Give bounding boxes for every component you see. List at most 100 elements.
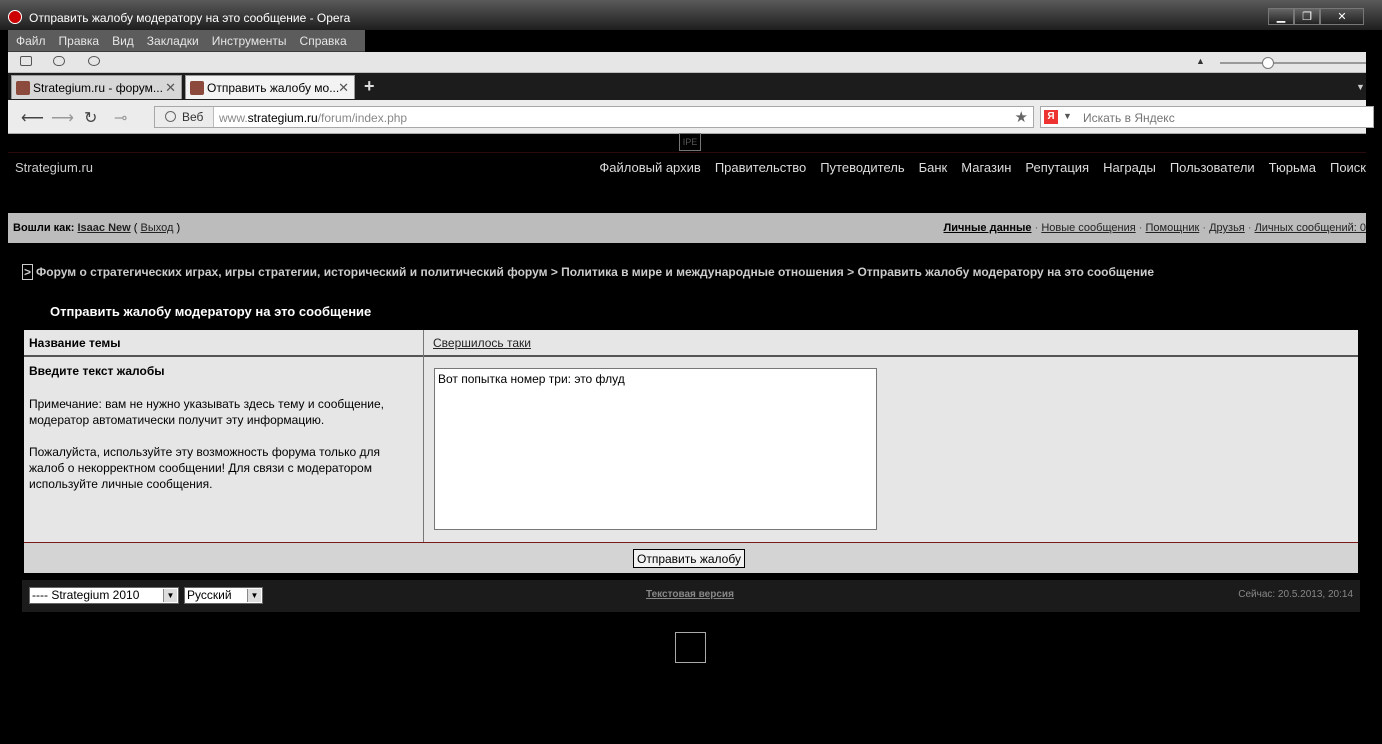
tab-label: Strategium.ru - форум... xyxy=(33,81,163,95)
complaint-textarea[interactable]: Вот попытка номер три: это флуд xyxy=(434,368,877,530)
menu-tools[interactable]: Инструменты xyxy=(204,30,292,48)
nav-reputation[interactable]: Репутация xyxy=(1025,160,1089,175)
messages-link[interactable]: Личных сообщений: 0 xyxy=(1255,222,1366,234)
topic-link[interactable]: Свершилось таки xyxy=(433,336,531,350)
menu-view[interactable]: Вид xyxy=(104,30,139,48)
menu-help[interactable]: Справка xyxy=(292,30,352,48)
nav-shop[interactable]: Магазин xyxy=(961,160,1011,175)
tab-strategium-forum[interactable]: Strategium.ru - форум... ✕ xyxy=(11,75,182,99)
yandex-icon[interactable]: Я xyxy=(1044,110,1058,124)
minimize-button[interactable]: ▁ xyxy=(1268,8,1294,25)
url-path: /forum/index.php xyxy=(317,111,408,125)
user-bar: Вошли как: Isaac New ( Выход ) Личные да… xyxy=(8,213,1366,243)
divider xyxy=(8,152,1366,153)
url-host: strategium.ru xyxy=(247,111,318,125)
search-engine-dropdown-icon[interactable]: ▼ xyxy=(1063,111,1072,121)
skin-select[interactable]: ---- Strategium 2010 ▼ xyxy=(29,587,179,604)
page-title: Отправить жалобу модератору на это сообщ… xyxy=(50,304,372,319)
panels-icon[interactable] xyxy=(20,56,32,66)
back-button[interactable]: ⟵ xyxy=(21,108,44,128)
username-link[interactable]: Isaac New xyxy=(78,222,131,234)
chevron-down-icon: ▼ xyxy=(163,589,177,602)
url-text[interactable]: www.strategium.ru/forum/index.php xyxy=(219,111,407,125)
tab-close-icon[interactable]: ✕ xyxy=(165,80,176,96)
my-controls-link[interactable]: Личные данные xyxy=(944,222,1032,234)
topic-label: Название темы xyxy=(29,336,121,350)
current-time: Сейчас: 20.5.2013, 20:14 xyxy=(1238,589,1353,600)
breadcrumb-text[interactable]: Форум о стратегических играх, игры страт… xyxy=(36,265,1154,279)
menu-bookmarks[interactable]: Закладки xyxy=(139,30,204,48)
search-input[interactable] xyxy=(1081,109,1365,127)
empty-box xyxy=(675,632,706,663)
separator: · xyxy=(1202,222,1207,234)
search-field[interactable]: Я ▼ xyxy=(1040,106,1374,128)
logged-as-label: Вошли как: xyxy=(13,222,75,234)
text-version-link[interactable]: Текстовая версия xyxy=(646,589,734,600)
logout-link[interactable]: Выход xyxy=(141,222,174,234)
nav-guide[interactable]: Путеводитель xyxy=(820,160,904,175)
unite-cloud-icon[interactable] xyxy=(53,56,65,66)
forward-button[interactable]: ⟶ xyxy=(51,108,74,128)
site-favicon-icon xyxy=(190,81,204,95)
new-tab-button[interactable]: + xyxy=(364,76,375,97)
nav-government[interactable]: Правительство xyxy=(715,160,806,175)
separator: · xyxy=(1247,222,1252,234)
zoom-slider-knob[interactable] xyxy=(1262,57,1274,69)
restore-button[interactable]: ❐ xyxy=(1294,8,1320,25)
panel-toolbar: ▲ xyxy=(8,52,1366,73)
new-posts-link[interactable]: Новые сообщения xyxy=(1041,222,1135,234)
submit-row: Отправить жалобу xyxy=(24,542,1358,573)
menu-file[interactable]: Файл xyxy=(8,30,51,48)
user-links: Личные данные · Новые сообщения · Помощн… xyxy=(944,222,1366,234)
footer: ---- Strategium 2010 ▼ Русский ▼ Текстов… xyxy=(22,580,1360,612)
tab-label: Отправить жалобу мо... xyxy=(207,81,340,95)
language-select[interactable]: Русский ▼ xyxy=(184,587,263,604)
nav-users[interactable]: Пользователи xyxy=(1170,160,1255,175)
globe-icon xyxy=(165,111,176,122)
breadcrumb: > Форум о стратегических играх, игры стра… xyxy=(22,264,1154,280)
nav-awards[interactable]: Награды xyxy=(1103,160,1156,175)
web-label: Веб xyxy=(182,110,204,124)
note-text: Примечание: вам не нужно указывать здесь… xyxy=(29,397,384,427)
complaint-label: Введите текст жалобы xyxy=(29,364,165,378)
collapse-up-icon[interactable]: ▲ xyxy=(1196,56,1205,66)
address-field[interactable]: Веб www.strategium.ru/forum/index.php ★ xyxy=(154,106,1034,128)
chevron-down-icon: ▼ xyxy=(247,589,261,602)
site-brand[interactable]: Strategium.ru xyxy=(15,160,93,175)
paren-open: ( xyxy=(133,222,138,234)
url-prefix: www. xyxy=(219,111,248,125)
web-badge[interactable]: Веб xyxy=(155,107,214,127)
turbo-icon[interactable] xyxy=(88,56,100,66)
nav-prison[interactable]: Тюрьма xyxy=(1269,160,1316,175)
close-button[interactable]: ✕ xyxy=(1320,8,1364,25)
top-navigation: Файловый архив Правительство Путеводитель Б… xyxy=(585,160,1366,175)
window-controls: ▁ ❐ ✕ xyxy=(1268,8,1364,26)
nav-search[interactable]: Поиск xyxy=(1330,160,1366,175)
friends-link[interactable]: Друзья xyxy=(1209,222,1245,234)
submit-complaint-button[interactable]: Отправить жалобу xyxy=(633,549,745,568)
assistant-link[interactable]: Помощник xyxy=(1145,222,1199,234)
report-form: Название темы Свершилось таки Введите те… xyxy=(24,330,1358,542)
tab-report-moderator[interactable]: Отправить жалобу мо... ✕ xyxy=(185,75,355,99)
column-divider xyxy=(423,330,424,542)
tab-bar: Strategium.ru - форум... ✕ Отправить жал… xyxy=(8,73,1366,100)
site-favicon-icon xyxy=(16,81,30,95)
separator: · xyxy=(1034,222,1039,234)
breadcrumb-marker: > xyxy=(22,264,34,280)
skin-value: ---- Strategium 2010 xyxy=(32,588,140,602)
bookmark-star-icon[interactable]: ★ xyxy=(1015,108,1028,126)
menu-bar: Файл Правка Вид Закладки Инструменты Справка xyxy=(8,30,365,52)
nav-file-archive[interactable]: Файловый архив xyxy=(599,160,700,175)
menu-edit[interactable]: Правка xyxy=(51,30,105,48)
wand-key-icon[interactable]: ⊸ xyxy=(114,108,127,128)
zoom-slider-track[interactable] xyxy=(1220,62,1366,64)
nav-bank[interactable]: Банк xyxy=(919,160,948,175)
ipe-badge: IPE xyxy=(679,133,701,151)
tab-close-icon[interactable]: ✕ xyxy=(338,80,349,96)
tab-menu-icon[interactable]: ▼ xyxy=(1356,82,1365,92)
language-value: Русский xyxy=(187,588,232,602)
warning-text: Пожалуйста, используйте эту возможность … xyxy=(29,445,381,491)
reload-button[interactable]: ↻ xyxy=(84,108,97,128)
separator: · xyxy=(1138,222,1143,234)
window-titlebar: Отправить жалобу модератору на это сообщ… xyxy=(0,0,1382,30)
